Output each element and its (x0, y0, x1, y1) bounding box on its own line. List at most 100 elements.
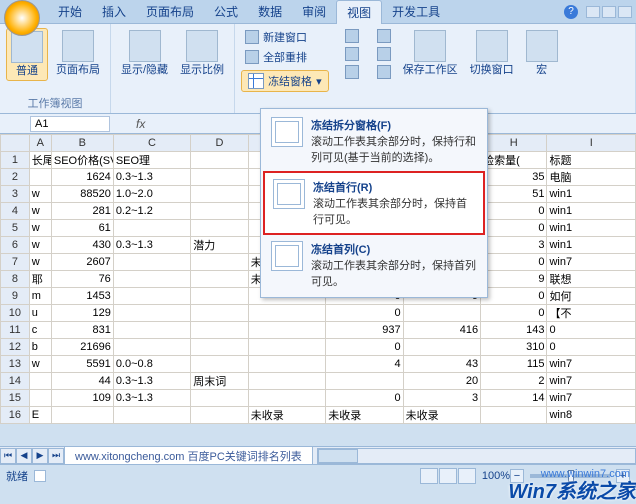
cell[interactable]: 0 (481, 203, 547, 220)
cell[interactable]: 88520 (51, 186, 113, 203)
cell[interactable]: 0 (326, 390, 403, 407)
cell[interactable]: w (29, 237, 51, 254)
sheet-nav-first[interactable]: ⏮ (0, 448, 16, 464)
cell[interactable]: 标题 (547, 152, 636, 169)
cell[interactable] (191, 186, 249, 203)
cell[interactable] (481, 407, 547, 424)
tab-insert[interactable]: 插入 (92, 0, 136, 23)
name-box[interactable]: A1 (30, 116, 110, 132)
hide-button[interactable] (341, 46, 363, 62)
cell[interactable]: c (29, 322, 51, 339)
zoom-out-button[interactable]: − (510, 469, 524, 483)
cell[interactable]: win7 (547, 373, 636, 390)
cell[interactable]: 未收录 (403, 407, 480, 424)
cell[interactable]: 3 (481, 237, 547, 254)
zoom-button[interactable]: 显示比例 (176, 28, 228, 79)
cell[interactable] (51, 407, 113, 424)
cell[interactable]: 20 (403, 373, 480, 390)
horizontal-scrollbar[interactable] (317, 448, 636, 464)
cell[interactable]: 0 (326, 305, 403, 322)
save-workspace-button[interactable]: 保存工作区 (399, 28, 462, 92)
tab-view[interactable]: 视图 (336, 0, 382, 24)
tab-pagelayout[interactable]: 页面布局 (136, 0, 204, 23)
cell[interactable] (113, 254, 190, 271)
unhide-button[interactable] (341, 64, 363, 80)
cell[interactable] (248, 305, 325, 322)
freeze-first-col-item[interactable]: 冻结首列(C)滚动工作表其余部分时，保持首列可见。 (263, 235, 485, 295)
cell[interactable]: w (29, 220, 51, 237)
cell[interactable] (248, 356, 325, 373)
zoom-in-button[interactable]: + (616, 469, 630, 483)
cell[interactable] (191, 288, 249, 305)
cell[interactable]: 2607 (51, 254, 113, 271)
col-header[interactable]: B (51, 135, 113, 152)
cell[interactable]: 43 (403, 356, 480, 373)
row-header[interactable]: 1 (1, 152, 30, 169)
cell[interactable]: 1624 (51, 169, 113, 186)
cell[interactable]: 4 (326, 356, 403, 373)
cell[interactable] (113, 220, 190, 237)
cell[interactable] (191, 254, 249, 271)
cell[interactable]: 未收录 (248, 407, 325, 424)
cell[interactable]: 129 (51, 305, 113, 322)
cell[interactable]: 3 (403, 390, 480, 407)
row-header[interactable]: 5 (1, 220, 30, 237)
row-header[interactable]: 7 (1, 254, 30, 271)
cell[interactable]: win7 (547, 390, 636, 407)
tab-data[interactable]: 数据 (248, 0, 292, 23)
cell[interactable]: 0 (481, 254, 547, 271)
cell[interactable]: 0 (326, 339, 403, 356)
tab-developer[interactable]: 开发工具 (382, 0, 450, 23)
view-break-shortcut[interactable] (458, 468, 476, 484)
col-header[interactable]: D (191, 135, 249, 152)
cell[interactable] (326, 373, 403, 390)
cell[interactable]: 耶 (29, 271, 51, 288)
view-normal-button[interactable]: 普通 (6, 28, 48, 81)
cell[interactable]: 0.3~1.3 (113, 390, 190, 407)
cell[interactable]: w (29, 203, 51, 220)
cell[interactable]: win7 (547, 254, 636, 271)
row-header[interactable]: 10 (1, 305, 30, 322)
cell[interactable]: win1 (547, 237, 636, 254)
row-header[interactable]: 6 (1, 237, 30, 254)
cell[interactable]: 电脑 (547, 169, 636, 186)
cell[interactable]: b (29, 339, 51, 356)
view-normal-shortcut[interactable] (420, 468, 438, 484)
cell[interactable] (191, 271, 249, 288)
sheet-tab[interactable]: www.xitongcheng.com 百度PC关键词排名列表 (64, 446, 313, 465)
col-header[interactable]: A (29, 135, 51, 152)
show-hide-button[interactable]: 显示/隐藏 (117, 28, 172, 79)
restore-button[interactable] (602, 6, 616, 18)
cell[interactable] (248, 322, 325, 339)
arrange-all-button[interactable]: 全部重排 (241, 48, 329, 66)
cell[interactable]: 0 (481, 305, 547, 322)
cell[interactable]: 未收录 (326, 407, 403, 424)
compare-button[interactable] (373, 46, 395, 62)
cell[interactable]: 0.3~1.3 (113, 237, 190, 254)
row-header[interactable]: 11 (1, 322, 30, 339)
cell[interactable]: win1 (547, 186, 636, 203)
macro-record-icon[interactable] (34, 470, 46, 482)
fx-icon[interactable]: fx (136, 117, 145, 131)
cell[interactable] (191, 322, 249, 339)
row-header[interactable]: 3 (1, 186, 30, 203)
new-window-button[interactable]: 新建窗口 (241, 28, 329, 46)
cell[interactable]: 76 (51, 271, 113, 288)
cell[interactable]: 联想 (547, 271, 636, 288)
cell[interactable]: 21696 (51, 339, 113, 356)
cell[interactable] (248, 339, 325, 356)
cell[interactable]: 35 (481, 169, 547, 186)
cell[interactable]: 0 (481, 220, 547, 237)
cell[interactable]: 如何 (547, 288, 636, 305)
row-header[interactable]: 4 (1, 203, 30, 220)
cell[interactable]: m (29, 288, 51, 305)
sheet-nav-next[interactable]: ▶ (32, 448, 48, 464)
cell[interactable]: win8 (547, 407, 636, 424)
cell[interactable]: 【不 (547, 305, 636, 322)
cell[interactable]: E (29, 407, 51, 424)
zoom-level[interactable]: 100% (482, 470, 510, 482)
cell[interactable]: u (29, 305, 51, 322)
tab-review[interactable]: 审阅 (292, 0, 336, 23)
cell[interactable]: 9 (481, 271, 547, 288)
col-header[interactable]: H (481, 135, 547, 152)
